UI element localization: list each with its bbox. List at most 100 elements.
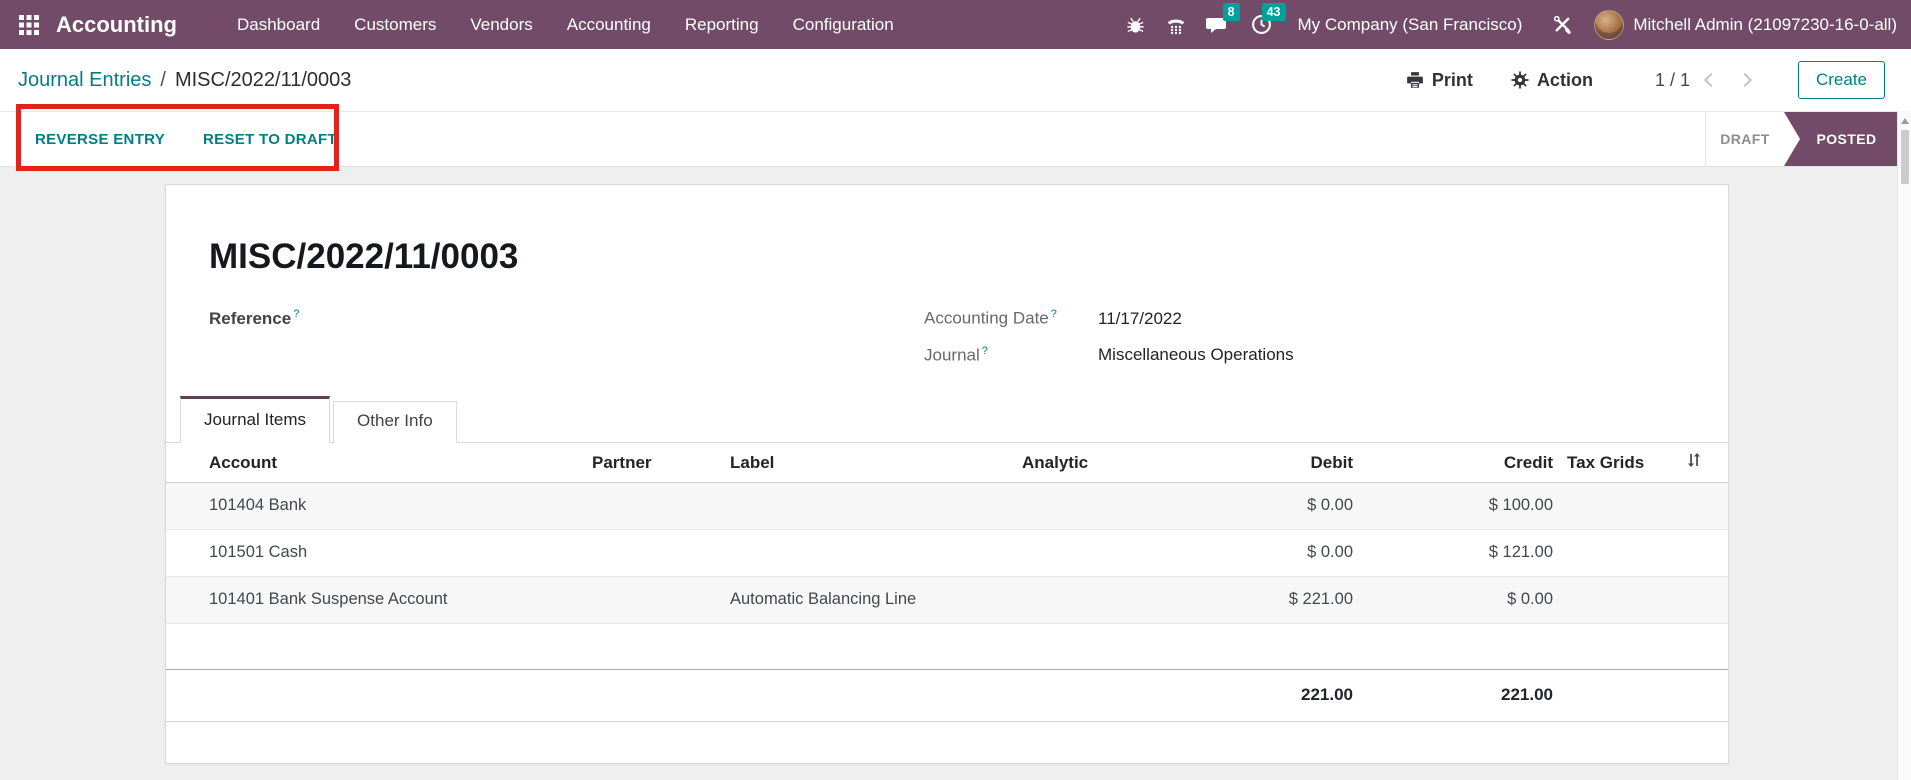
status-posted[interactable]: POSTED [1784, 112, 1897, 166]
cell-analytic[interactable] [1016, 576, 1191, 623]
status-draft[interactable]: DRAFT [1706, 112, 1784, 166]
reference-label: Reference? [209, 309, 299, 328]
journal-label: Journal? [924, 345, 1098, 366]
header-credit[interactable]: Credit [1361, 443, 1561, 482]
printer-icon [1406, 71, 1424, 89]
breadcrumb-current: MISC/2022/11/0003 [175, 69, 351, 92]
cell-analytic[interactable] [1016, 529, 1191, 576]
accounting-date-label: Accounting Date? [924, 308, 1098, 329]
cell-debit[interactable]: $ 221.00 [1191, 576, 1361, 623]
cell-partner[interactable] [586, 529, 724, 576]
control-panel-right: Print [1368, 61, 1885, 99]
totals-row: 221.00 221.00 [166, 669, 1728, 721]
messages-badge: 8 [1223, 3, 1240, 22]
cell-label[interactable]: Automatic Balancing Line [724, 576, 1016, 623]
chevron-left-icon[interactable] [1698, 67, 1724, 93]
optional-columns-icon[interactable] [1651, 443, 1728, 482]
activities-icon[interactable]: 43 [1242, 10, 1282, 40]
cell-debit[interactable]: $ 0.00 [1191, 482, 1361, 529]
nav-menu-accounting[interactable]: Accounting [553, 8, 665, 42]
cell-tax-grids[interactable] [1561, 576, 1651, 623]
pager-value: 1 / 1 [1655, 70, 1690, 91]
page-background: MISC/2022/11/0003 Reference? Accounting … [0, 167, 1911, 780]
cell-blank [1651, 482, 1728, 529]
cell-account[interactable]: 101401 Bank Suspense Account [166, 576, 586, 623]
cell-tax-grids[interactable] [1561, 529, 1651, 576]
total-credit: 221.00 [1361, 669, 1561, 721]
bug-icon[interactable] [1116, 10, 1156, 40]
apps-grid-icon-svg [19, 15, 39, 35]
voip-phone-icon[interactable] [1156, 10, 1196, 40]
cell-credit[interactable]: $ 100.00 [1361, 482, 1561, 529]
reference-help-icon: ? [293, 308, 299, 320]
cell-partner[interactable] [586, 576, 724, 623]
form-button-bar: REVERSE ENTRY RESET TO DRAFT DRAFT POSTE… [0, 111, 1911, 167]
apps-grid-icon[interactable] [12, 8, 46, 42]
scroll-up-icon[interactable] [1901, 118, 1909, 124]
user-name: Mitchell Admin (21097230-16-0-all) [1633, 15, 1897, 35]
cell-debit[interactable]: $ 0.00 [1191, 529, 1361, 576]
form-sheet: MISC/2022/11/0003 Reference? Accounting … [165, 184, 1729, 764]
header-analytic[interactable]: Analytic [1016, 443, 1191, 482]
form-fields: Reference? Accounting Date? 11/17/2022 J… [166, 308, 1728, 381]
empty-row[interactable] [166, 623, 1728, 669]
breadcrumb-separator: / [160, 69, 166, 92]
total-debit: 221.00 [1191, 669, 1361, 721]
messages-icon[interactable]: 8 [1196, 10, 1236, 40]
journal-item-row[interactable]: 101404 Bank $ 0.00$ 100.00 [166, 482, 1728, 529]
cell-label[interactable] [724, 529, 1016, 576]
header-account[interactable]: Account [166, 443, 586, 482]
cell-account[interactable]: 101404 Bank [166, 482, 586, 529]
journal-items-body: 101404 Bank$ 0.00$ 100.00101501 Cash$ 0.… [166, 482, 1728, 623]
cell-credit[interactable]: $ 0.00 [1361, 576, 1561, 623]
journal-value[interactable]: Miscellaneous Operations [1098, 345, 1294, 365]
tools-icon[interactable] [1544, 10, 1580, 40]
cell-partner[interactable] [586, 482, 724, 529]
tab-journal-items[interactable]: Journal Items [180, 396, 330, 443]
form-action-buttons: REVERSE ENTRY RESET TO DRAFT [0, 112, 1705, 166]
scrollbar-thumb[interactable] [1901, 130, 1909, 184]
journal-item-row[interactable]: 101401 Bank Suspense Account Automatic Ba… [166, 576, 1728, 623]
reverse-entry-button[interactable]: REVERSE ENTRY [35, 131, 165, 148]
nav-menu-configuration[interactable]: Configuration [779, 8, 908, 42]
print-label: Print [1432, 70, 1473, 91]
create-button[interactable]: Create [1798, 61, 1885, 99]
nav-menu-reporting[interactable]: Reporting [671, 8, 773, 42]
action-button[interactable]: Action [1511, 70, 1593, 91]
cell-analytic[interactable] [1016, 482, 1191, 529]
field-accounting-date: Accounting Date? 11/17/2022 [924, 308, 1728, 329]
breadcrumb-journal-entries[interactable]: Journal Entries [18, 69, 151, 92]
user-avatar [1594, 10, 1624, 40]
header-tax-grids[interactable]: Tax Grids [1561, 443, 1651, 482]
nav-menu-customers[interactable]: Customers [340, 8, 450, 42]
entry-title: MISC/2022/11/0003 [209, 237, 1728, 277]
tab-other-info[interactable]: Other Info [333, 401, 457, 443]
odoo-accounting-screen: Accounting DashboardCustomersVendorsAcco… [0, 0, 1911, 780]
nav-menu-dashboard[interactable]: Dashboard [223, 8, 334, 42]
app-brand[interactable]: Accounting [56, 12, 177, 38]
statusbar: DRAFT POSTED [1705, 112, 1897, 166]
journal-help-icon: ? [982, 345, 988, 357]
header-label[interactable]: Label [724, 443, 1016, 482]
cell-credit[interactable]: $ 121.00 [1361, 529, 1561, 576]
chevron-right-icon[interactable] [1732, 67, 1758, 93]
fields-right-column: Accounting Date? 11/17/2022 Journal? Mis… [924, 308, 1728, 381]
table-header-row: Account Partner Label Analytic Debit Cre… [166, 443, 1728, 482]
cell-label[interactable] [724, 482, 1016, 529]
header-partner[interactable]: Partner [586, 443, 724, 482]
nav-menu-vendors[interactable]: Vendors [456, 8, 546, 42]
journal-item-row[interactable]: 101501 Cash $ 0.00$ 121.00 [166, 529, 1728, 576]
accounting-date-value[interactable]: 11/17/2022 [1098, 309, 1182, 329]
top-navbar: Accounting DashboardCustomersVendorsAcco… [0, 0, 1911, 49]
cell-tax-grids[interactable] [1561, 482, 1651, 529]
user-menu[interactable]: Mitchell Admin (21097230-16-0-all) [1594, 10, 1897, 40]
print-button[interactable]: Print [1406, 70, 1473, 91]
reset-to-draft-button[interactable]: RESET TO DRAFT [203, 131, 337, 148]
cell-account[interactable]: 101501 Cash [166, 529, 586, 576]
pager[interactable]: 1 / 1 [1655, 67, 1758, 93]
company-switcher[interactable]: My Company (San Francisco) [1298, 15, 1523, 35]
header-debit[interactable]: Debit [1191, 443, 1361, 482]
vertical-scrollbar[interactable] [1897, 111, 1911, 780]
field-journal: Journal? Miscellaneous Operations [924, 345, 1728, 366]
cell-blank [1651, 576, 1728, 623]
